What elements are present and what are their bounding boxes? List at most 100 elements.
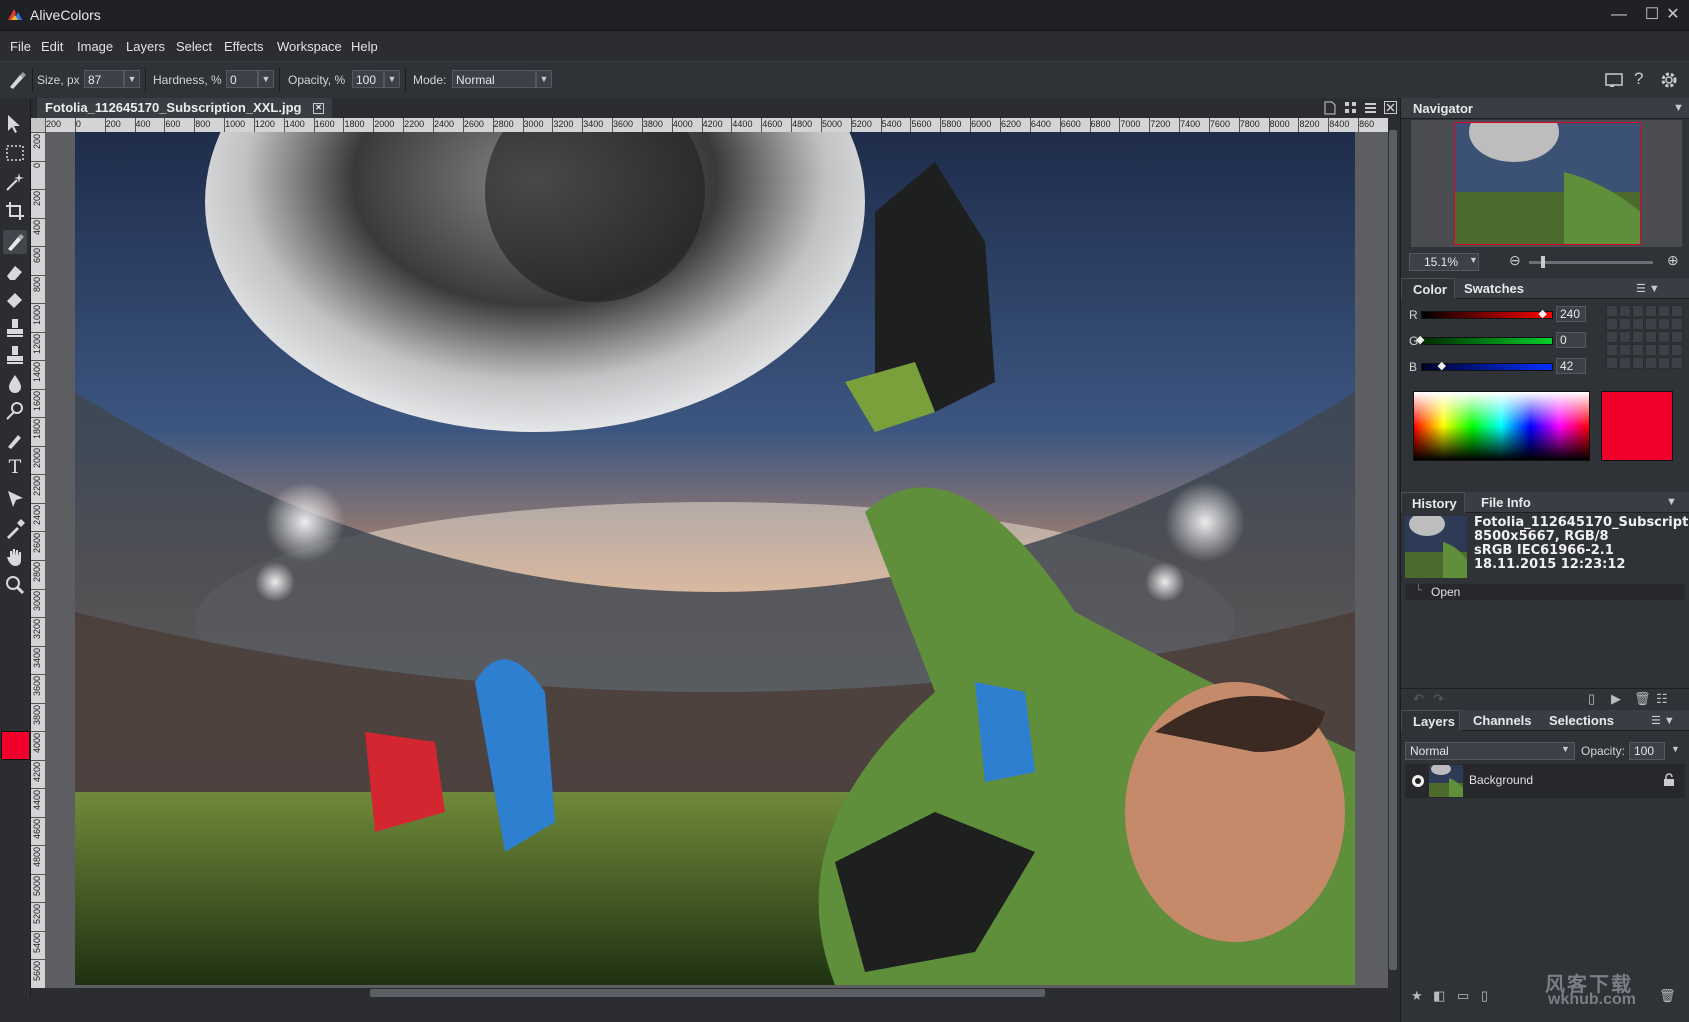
swatch-cell[interactable] bbox=[1632, 331, 1644, 343]
history-snapshot-thumbnail[interactable] bbox=[1405, 516, 1467, 578]
swatch-cell[interactable] bbox=[1671, 305, 1683, 317]
tab-selections[interactable]: Selections bbox=[1549, 713, 1614, 728]
red-slider-handle[interactable]: ◆ bbox=[1538, 307, 1546, 320]
swatch-cell[interactable] bbox=[1632, 318, 1644, 330]
color-spectrum-picker[interactable] bbox=[1413, 391, 1590, 461]
history-step-row[interactable]: └ Open bbox=[1405, 584, 1685, 600]
star-fx-icon[interactable]: ★ bbox=[1411, 988, 1423, 1004]
text-tool-icon[interactable]: T bbox=[3, 456, 27, 480]
green-slider[interactable] bbox=[1421, 337, 1553, 345]
new-snapshot-icon[interactable]: ▯ bbox=[1588, 691, 1595, 707]
swatch-cell[interactable] bbox=[1619, 344, 1631, 356]
swatch-cell[interactable] bbox=[1619, 305, 1631, 317]
history-options-icon[interactable]: ☷ bbox=[1656, 691, 1668, 707]
layer-row[interactable]: Background bbox=[1405, 764, 1685, 798]
chevron-down-icon[interactable]: ▼ bbox=[1561, 744, 1570, 754]
opacity-input[interactable]: 100 bbox=[352, 70, 384, 88]
menu-select[interactable]: Select bbox=[176, 39, 212, 54]
mode-select[interactable]: Normal bbox=[452, 70, 536, 88]
clone-stamp-icon[interactable] bbox=[3, 316, 27, 340]
chevron-down-icon[interactable]: ▼ bbox=[1673, 102, 1684, 114]
close-tab-icon[interactable]: ✕ bbox=[313, 103, 325, 115]
menu-layers[interactable]: Layers bbox=[126, 39, 165, 54]
vertical-scrollbar-thumb[interactable] bbox=[1389, 130, 1397, 970]
eyedropper-icon[interactable] bbox=[3, 517, 27, 541]
tile-view-icon[interactable] bbox=[1344, 101, 1357, 114]
canvas-image[interactable] bbox=[75, 132, 1355, 985]
tab-swatches[interactable]: Swatches bbox=[1464, 281, 1524, 296]
blue-slider-handle[interactable]: ◆ bbox=[1437, 359, 1445, 372]
hardness-dropdown-button[interactable]: ▼ bbox=[258, 70, 274, 88]
zoom-out-icon[interactable]: ⊖ bbox=[1509, 252, 1521, 269]
zoom-dropdown-icon[interactable]: ▼ bbox=[1469, 255, 1478, 265]
hand-icon[interactable] bbox=[3, 545, 27, 569]
size-input[interactable]: 87 bbox=[84, 70, 124, 88]
swatch-cell[interactable] bbox=[1606, 331, 1618, 343]
panel-menu-icon[interactable]: ☰ ▼ bbox=[1651, 714, 1675, 727]
document-icon[interactable] bbox=[1324, 101, 1336, 115]
gear-icon[interactable] bbox=[1659, 70, 1679, 90]
size-dropdown-button[interactable]: ▼ bbox=[124, 70, 140, 88]
path-select-icon[interactable] bbox=[3, 487, 27, 511]
swatch-cell[interactable] bbox=[1632, 357, 1644, 369]
new-layer-icon[interactable]: ▯ bbox=[1481, 988, 1488, 1004]
zoom-in-icon[interactable]: ⊕ bbox=[1667, 252, 1679, 269]
tab-layers[interactable]: Layers bbox=[1401, 710, 1460, 731]
swatch-cell[interactable] bbox=[1606, 344, 1618, 356]
swatch-cell[interactable] bbox=[1671, 318, 1683, 330]
menu-image[interactable]: Image bbox=[77, 39, 113, 54]
swatch-grid[interactable] bbox=[1606, 305, 1686, 375]
current-color-preview[interactable] bbox=[1601, 391, 1673, 461]
menu-effects[interactable]: Effects bbox=[224, 39, 264, 54]
move-tool-icon[interactable] bbox=[3, 112, 27, 136]
chevron-down-icon[interactable]: ▼ bbox=[1666, 496, 1677, 508]
swatch-cell[interactable] bbox=[1606, 318, 1618, 330]
horizontal-scrollbar-thumb[interactable] bbox=[370, 989, 1045, 997]
navigator-preview-area[interactable] bbox=[1411, 120, 1682, 247]
swatch-cell[interactable] bbox=[1632, 305, 1644, 317]
swatch-cell[interactable] bbox=[1645, 357, 1657, 369]
folder-icon[interactable]: ▭ bbox=[1457, 988, 1469, 1004]
tab-color[interactable]: Color bbox=[1401, 278, 1455, 299]
rectangle-select-icon[interactable] bbox=[3, 141, 27, 165]
opacity-dropdown-button[interactable]: ▼ bbox=[384, 70, 400, 88]
swatch-cell[interactable] bbox=[1658, 305, 1670, 317]
red-slider[interactable] bbox=[1421, 311, 1553, 319]
swatch-cell[interactable] bbox=[1645, 344, 1657, 356]
swatch-cell[interactable] bbox=[1658, 344, 1670, 356]
fill-icon[interactable] bbox=[3, 288, 27, 312]
navigator-thumbnail[interactable] bbox=[1454, 122, 1641, 245]
menu-workspace[interactable]: Workspace bbox=[277, 39, 342, 54]
pencil-icon[interactable] bbox=[3, 428, 27, 452]
mode-dropdown-button[interactable]: ▼ bbox=[536, 70, 552, 88]
foreground-color-swatch[interactable] bbox=[1, 731, 30, 760]
tab-history[interactable]: History bbox=[1401, 492, 1465, 513]
eraser-icon[interactable] bbox=[3, 260, 27, 284]
red-value-input[interactable]: 240 bbox=[1556, 306, 1586, 322]
crop-icon[interactable] bbox=[3, 199, 27, 223]
minimize-button[interactable]: — bbox=[1608, 4, 1630, 26]
swatch-cell[interactable] bbox=[1619, 331, 1631, 343]
tab-file-info[interactable]: File Info bbox=[1481, 495, 1531, 510]
hardness-input[interactable]: 0 bbox=[226, 70, 258, 88]
zoom-icon[interactable] bbox=[3, 573, 27, 597]
layer-opacity-input[interactable]: 100 bbox=[1629, 742, 1665, 760]
swatch-cell[interactable] bbox=[1632, 344, 1644, 356]
green-value-input[interactable]: 0 bbox=[1556, 332, 1586, 348]
swatch-cell[interactable] bbox=[1671, 344, 1683, 356]
undo-arrow-icon[interactable]: ↶ bbox=[1413, 691, 1424, 707]
magic-wand-icon[interactable] bbox=[3, 170, 27, 194]
adjustment-layer-icon[interactable]: ◧ bbox=[1433, 988, 1445, 1004]
document-tab[interactable]: Fotolia_112645170_Subscription_XXL.jpg ✕ bbox=[37, 98, 333, 118]
eye-visibility-icon[interactable] bbox=[1411, 774, 1425, 788]
green-slider-handle[interactable]: ◆ bbox=[1416, 333, 1424, 346]
brush-tool-icon[interactable] bbox=[6, 69, 28, 91]
lock-icon[interactable] bbox=[1663, 773, 1675, 787]
swatch-cell[interactable] bbox=[1645, 305, 1657, 317]
blur-drop-icon[interactable] bbox=[3, 372, 27, 396]
maximize-button[interactable]: ☐ bbox=[1641, 4, 1663, 26]
menu-help[interactable]: Help bbox=[351, 39, 378, 54]
panel-menu-icon[interactable]: ☰ ▼ bbox=[1636, 282, 1660, 295]
swatch-cell[interactable] bbox=[1658, 318, 1670, 330]
swatch-cell[interactable] bbox=[1658, 331, 1670, 343]
